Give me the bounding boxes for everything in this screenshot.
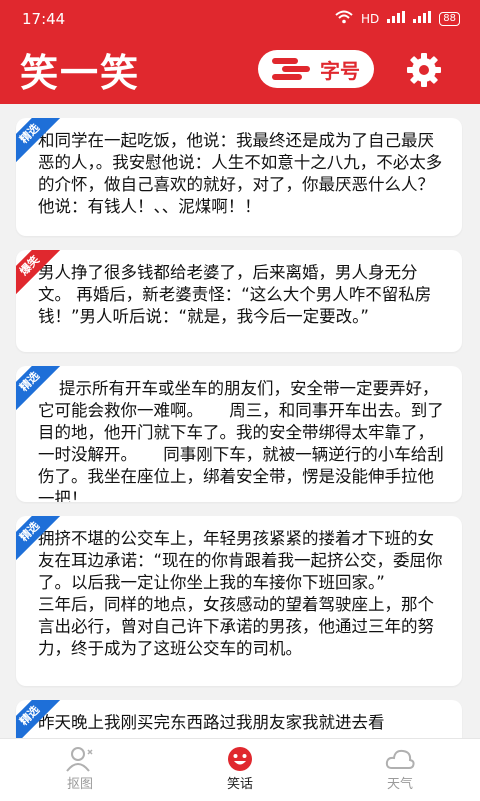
status-time: 17:44 bbox=[22, 10, 66, 28]
smile-icon bbox=[228, 747, 252, 771]
joke-text: 提示所有开车或坐车的朋友们，安全带一定要弄好，它可能会救你一难啊。 周三，和同事… bbox=[38, 379, 444, 502]
tab-weather[interactable]: 天气 bbox=[320, 739, 480, 801]
joke-text: 男人挣了很多钱都给老婆了，后来离婚，男人身无分文。 再婚后，新老婆责怪：“这么大… bbox=[38, 263, 432, 326]
tab-label: 笑话 bbox=[226, 777, 253, 792]
joke-text: 拥挤不堪的公交车上，年轻男孩紧紧的搂着才下班的女友在耳边承诺：“现在的你肯跟着我… bbox=[38, 529, 443, 658]
tab-cutout[interactable]: 抠图 bbox=[0, 739, 160, 801]
signal-icon bbox=[387, 11, 406, 26]
joke-text: 和同学在一起吃饭，他说：我最终还是成为了自己最厌恶的人，。我安慰他说：人生不如意… bbox=[38, 131, 443, 216]
tab-jokes[interactable]: 笑话 bbox=[160, 739, 320, 801]
tab-label: 抠图 bbox=[66, 777, 93, 792]
status-bar: 17:44 HD 88 bbox=[0, 0, 480, 38]
joke-card[interactable]: 精选 拥挤不堪的公交车上，年轻男孩紧紧的搂着才下班的女友在耳边承诺：“现在的你肯… bbox=[16, 516, 462, 686]
wifi-icon bbox=[335, 10, 353, 27]
signal-icon-2 bbox=[413, 11, 432, 26]
joke-card[interactable]: 精选 昨天晚上我刚买完东西路过我朋友家我就进去看 bbox=[16, 700, 462, 738]
tab-label: 天气 bbox=[386, 777, 413, 792]
joke-text: 昨天晚上我刚买完东西路过我朋友家我就进去看 bbox=[38, 713, 385, 732]
gear-icon[interactable] bbox=[404, 50, 444, 90]
font-size-label: 字号 bbox=[320, 58, 360, 83]
cloud-icon bbox=[385, 749, 415, 769]
person-icon bbox=[66, 747, 93, 772]
joke-card[interactable]: 精选 和同学在一起吃饭，他说：我最终还是成为了自己最厌恶的人，。我安慰他说：人生… bbox=[16, 118, 462, 236]
font-size-icon bbox=[272, 58, 310, 80]
joke-card[interactable]: 爆笑 男人挣了很多钱都给老婆了，后来离婚，男人身无分文。 再婚后，新老婆责怪：“… bbox=[16, 250, 462, 352]
bottom-tab-bar: 抠图 笑话 天气 bbox=[0, 738, 480, 801]
status-icons: HD 88 bbox=[335, 10, 460, 27]
battery-icon: 88 bbox=[439, 11, 460, 26]
app-header: 笑一笑 字号 bbox=[0, 38, 480, 104]
page-title: 笑一笑 bbox=[20, 51, 141, 95]
network-label: HD bbox=[361, 11, 380, 26]
font-size-button[interactable]: 字号 bbox=[258, 50, 374, 88]
joke-card[interactable]: 精选 提示所有开车或坐车的朋友们，安全带一定要弄好，它可能会救你一难啊。 周三，… bbox=[16, 366, 462, 502]
joke-list[interactable]: 精选 和同学在一起吃饭，他说：我最终还是成为了自己最厌恶的人，。我安慰他说：人生… bbox=[0, 104, 480, 738]
